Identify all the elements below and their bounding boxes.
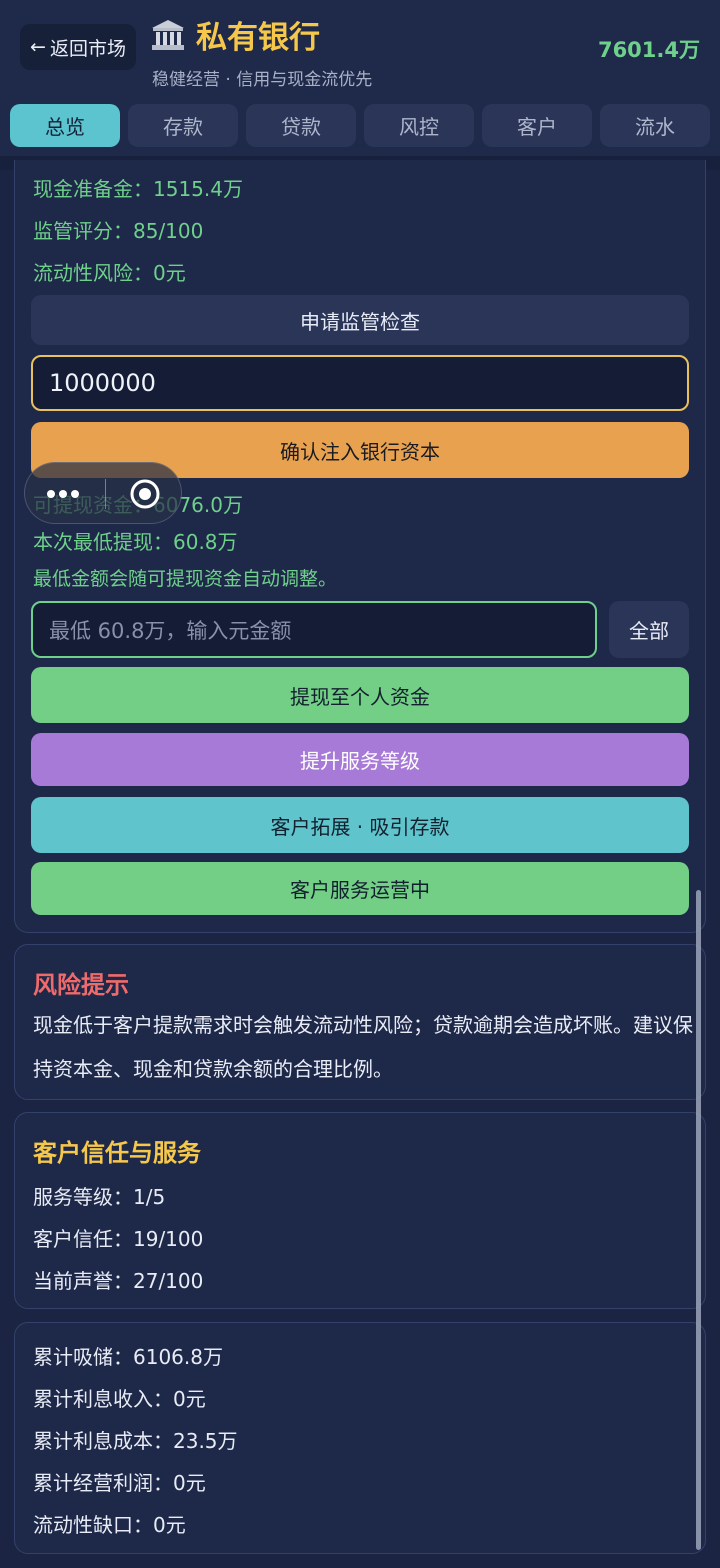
customer-trust-card: 客户信任与服务 服务等级：1/5 客户信任：19/100 当前声誉：27/100: [14, 1112, 706, 1309]
interest-cost-text: 累计利息成本：23.5万: [33, 1429, 238, 1453]
withdraw-all-button[interactable]: 全部: [609, 601, 689, 658]
bank-icon: [150, 18, 186, 52]
balance-display: 7601.4万: [597, 38, 700, 62]
app-header: ← 返回市场 私有银行 稳健经营 · 信用与现金流优先 7601.4万: [0, 0, 720, 96]
operating-profit-text: 累计经营利润：0元: [33, 1471, 206, 1495]
cumulative-stats-card: 累计吸储：6106.8万 累计利息收入：0元 累计利息成本：23.5万 累计经营…: [14, 1322, 706, 1554]
tab-transactions[interactable]: 流水: [600, 104, 710, 147]
service-level-text: 服务等级：1/5: [33, 1185, 166, 1209]
page-subtitle: 稳健经营 · 信用与现金流优先: [152, 70, 373, 90]
expand-customers-button[interactable]: 客户拓展 · 吸引存款: [31, 797, 689, 853]
tab-customers[interactable]: 客户: [482, 104, 592, 147]
more-dots-icon[interactable]: [47, 490, 79, 498]
tab-bar: 总览 存款 贷款 风控 客户 流水: [0, 96, 720, 156]
withdraw-amount-input[interactable]: 最低 60.8万，输入元金额: [31, 601, 597, 658]
risk-notice-text: 现金低于客户提款需求时会触发流动性风险；贷款逾期会造成坏账。建议保持资本金、现金…: [33, 1013, 693, 1081]
back-label: 返回市场: [49, 37, 126, 60]
liquidity-gap-text: 流动性缺口：0元: [33, 1513, 186, 1537]
tab-loans[interactable]: 贷款: [246, 104, 356, 147]
request-inspection-button[interactable]: 申请监管检查: [31, 295, 689, 345]
capital-amount-input[interactable]: 1000000: [31, 355, 689, 411]
auto-adjust-note: 最低金额会随可提现资金自动调整。: [33, 568, 338, 590]
back-to-market-button[interactable]: ← 返回市场: [20, 24, 136, 70]
customer-trust-title: 客户信任与服务: [33, 1139, 201, 1167]
close-target-icon[interactable]: [129, 478, 161, 514]
arrow-left-icon: ←: [30, 36, 46, 58]
tab-overview[interactable]: 总览: [10, 104, 120, 147]
reputation-text: 当前声誉：27/100: [33, 1269, 204, 1293]
overview-card: 现金准备金：1515.4万 监管评分：85/100 流动性风险：0元 申请监管检…: [14, 160, 706, 933]
tab-deposits[interactable]: 存款: [128, 104, 238, 147]
scrollbar[interactable]: [696, 890, 701, 1550]
liquidity-risk-text: 流动性风险：0元: [33, 261, 186, 285]
total-deposits-text: 累计吸储：6106.8万: [33, 1345, 223, 1369]
cash-reserve-text: 现金准备金：1515.4万: [33, 177, 243, 201]
risk-notice-card: 风险提示 现金低于客户提款需求时会触发流动性风险；贷款逾期会造成坏账。建议保持资…: [14, 944, 706, 1100]
tab-risk-control[interactable]: 风控: [364, 104, 474, 147]
capsule-divider: [105, 479, 106, 509]
customer-trust-text: 客户信任：19/100: [33, 1227, 204, 1251]
service-operating-button[interactable]: 客户服务运营中: [31, 862, 689, 915]
interest-income-text: 累计利息收入：0元: [33, 1387, 206, 1411]
floating-menu-capsule[interactable]: [24, 462, 182, 524]
upgrade-service-button[interactable]: 提升服务等级: [31, 733, 689, 786]
regulatory-score-text: 监管评分：85/100: [33, 219, 204, 243]
risk-notice-title: 风险提示: [33, 971, 129, 999]
withdraw-to-personal-button[interactable]: 提现至个人资金: [31, 667, 689, 723]
page-title: 私有银行: [196, 20, 320, 56]
min-withdraw-text: 本次最低提现：60.8万: [33, 530, 238, 554]
title-block: 私有银行 稳健经营 · 信用与现金流优先: [150, 12, 372, 90]
